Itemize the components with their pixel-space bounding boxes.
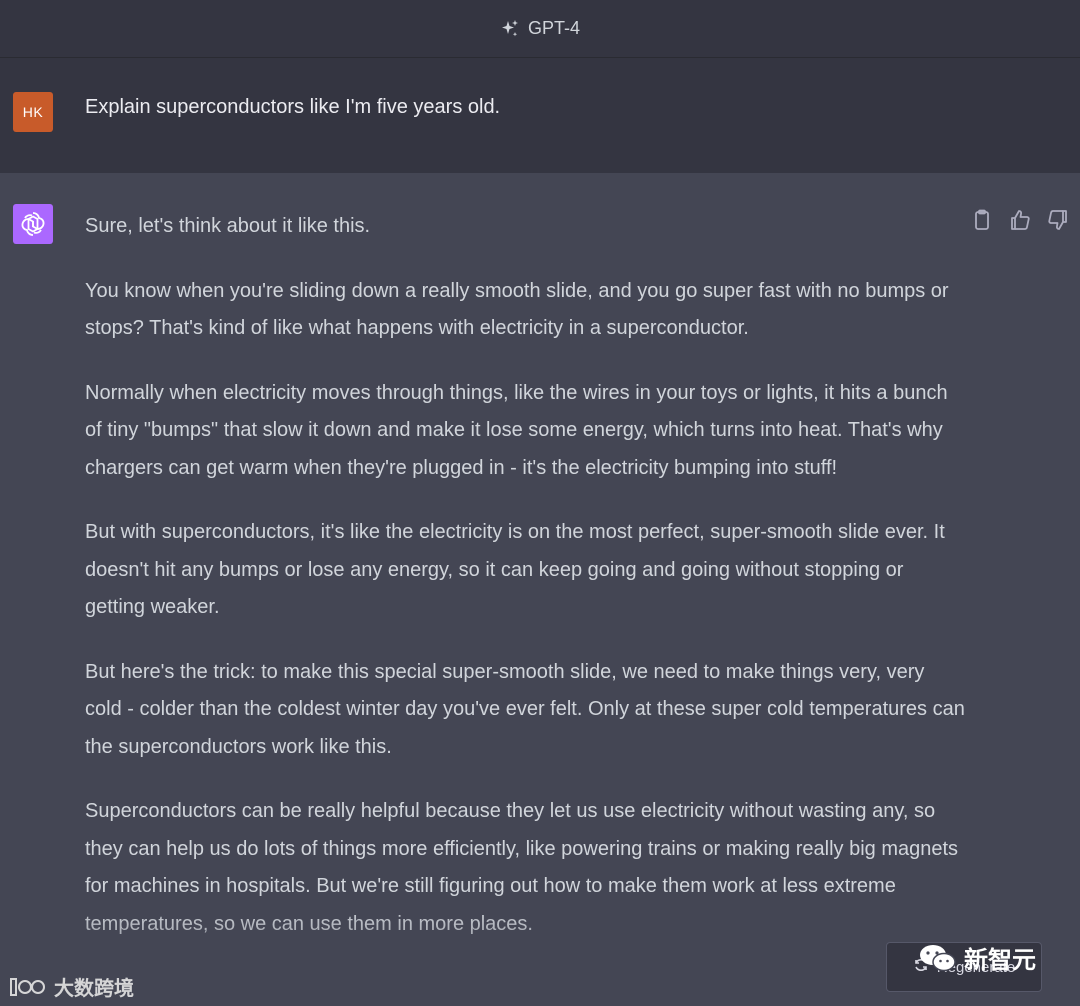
watermark-right-text: 新智元: [964, 947, 1036, 974]
watermark-right: 新智元: [918, 940, 1036, 975]
wechat-icon: [920, 944, 956, 971]
thumbs-up-icon[interactable]: [1008, 208, 1032, 232]
answer-paragraph: Superconductors can be really helpful be…: [85, 800, 959, 935]
watermark-left: 大数跨境: [8, 972, 134, 1001]
model-label: GPT-4: [527, 18, 580, 38]
assistant-answer: Sure, let's think about it like this. Yo…: [85, 208, 965, 970]
thumbs-down-icon[interactable]: [1046, 208, 1070, 232]
answer-paragraph: Sure, let's think about it like this.: [85, 215, 371, 237]
openai-logo-icon: [13, 204, 53, 244]
answer-paragraph: But with superconductors, it's like the …: [85, 521, 945, 618]
watermark-logo-icon: [10, 977, 45, 996]
user-message: HK Explain superconductors like I'm five…: [0, 58, 1080, 173]
copy-icon[interactable]: [970, 208, 994, 232]
answer-paragraph: Normally when electricity moves through …: [85, 381, 948, 479]
user-avatar: HK: [13, 92, 53, 132]
user-message-text: Explain superconductors like I'm five ye…: [85, 96, 501, 118]
assistant-message: Sure, let's think about it like this. Yo…: [0, 173, 1080, 1006]
message-actions: [970, 208, 1070, 232]
watermark-left-text: 大数跨境: [54, 978, 134, 1000]
sparkle-icon: [500, 19, 520, 39]
answer-paragraph: But here's the trick: to make this speci…: [85, 660, 965, 758]
model-header: GPT-4: [0, 0, 1080, 58]
answer-paragraph: You know when you're sliding down a real…: [85, 279, 949, 340]
